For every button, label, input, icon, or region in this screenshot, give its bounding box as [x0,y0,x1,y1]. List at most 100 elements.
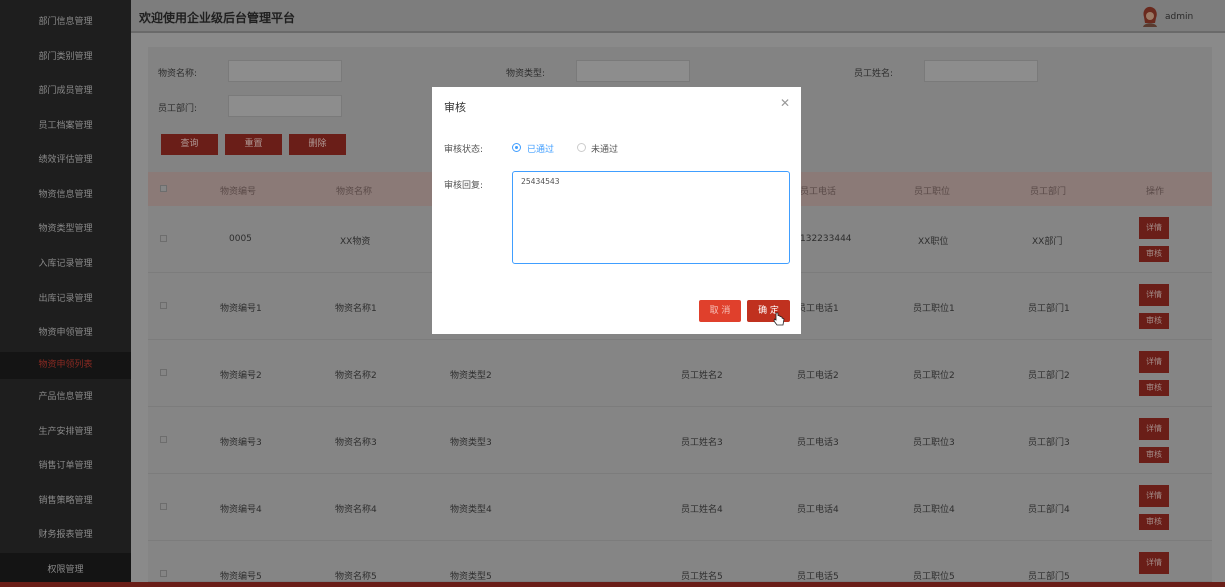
cell-employee-phone: 员工电话1 [797,304,839,314]
sidebar-item-sales-strategy[interactable]: 销售策略管理 [0,494,131,508]
close-icon[interactable]: ✕ [780,96,790,110]
review-reply-textarea[interactable]: 25434543 [512,171,790,264]
cell-material-name: 物资名称2 [335,371,377,381]
sidebar-item-employee-files[interactable]: 员工档案管理 [0,119,131,133]
cell-material-id: 物资编号3 [220,438,262,448]
detail-button[interactable]: 详情 [1139,485,1169,507]
cell-material-name: 物资名称3 [335,438,377,448]
cell-material-type: 物资类型2 [450,371,492,381]
cell-employee-dept: XX部门 [1032,237,1063,247]
radio-approved-label[interactable]: 已通过 [527,142,554,155]
cell-employee-phone: 员工电话3 [797,438,839,448]
hand-cursor-icon [773,312,785,326]
detail-button[interactable]: 详情 [1139,351,1169,373]
sidebar-item-dept-category[interactable]: 部门类别管理 [0,50,131,64]
user-name[interactable]: admin [1165,12,1193,22]
cell-material-name: 物资名称1 [335,304,377,314]
user-avatar-icon[interactable] [1140,5,1160,27]
sidebar-item-material-request-list[interactable]: 物资申领列表 [0,352,131,379]
sidebar-item-dept-info[interactable]: 部门信息管理 [0,15,131,29]
sidebar-item-inbound[interactable]: 入库记录管理 [0,257,131,271]
delete-button[interactable]: 删除 [289,134,346,155]
cell-material-id: 物资编号2 [220,371,262,381]
cell-employee-phone: 员工电话4 [797,505,839,515]
employee-name-input[interactable] [924,60,1038,82]
detail-button[interactable]: 详情 [1139,284,1169,306]
review-button[interactable]: 审核 [1139,313,1169,329]
cell-employee-dept: 员工部门5 [1028,572,1070,582]
cell-employee-name: 员工姓名5 [681,572,723,582]
radio-approved[interactable] [512,143,521,152]
cell-material-name: 物资名称4 [335,505,377,515]
employee-dept-input[interactable] [228,95,342,117]
row-checkbox[interactable] [160,436,167,443]
radio-rejected[interactable] [577,143,586,152]
cell-employee-position: 员工职位2 [913,371,955,381]
detail-button[interactable]: 详情 [1139,552,1169,574]
material-type-label: 物资类型: [506,69,546,79]
bottom-scrollbar[interactable] [0,582,1225,587]
col-material-name: 物资名称 [336,187,373,197]
sidebar-item-finance[interactable]: 财务报表管理 [0,528,131,542]
review-button[interactable]: 审核 [1139,246,1169,262]
cell-material-id: 物资编号4 [220,505,262,515]
cell-employee-phone: 员工电话2 [797,371,839,381]
cell-material-type: 物资类型5 [450,572,492,582]
cell-employee-position: 员工职位4 [913,505,955,515]
col-material-id: 物资编号 [220,187,257,197]
cell-employee-name: 员工姓名2 [681,371,723,381]
cancel-button[interactable]: 取 消 [699,300,741,322]
employee-dept-label: 员工部门: [158,104,198,114]
cell-employee-position: 员工职位3 [913,438,955,448]
col-employee-phone: 员工电话 [800,187,837,197]
sidebar-item-material-type[interactable]: 物资类型管理 [0,222,131,236]
row-checkbox[interactable] [160,503,167,510]
table-row: 物资编号2 物资名称2 物资类型2 员工姓名2 员工电话2 员工职位2 员工部门… [148,340,1212,407]
cell-material-type: 物资类型3 [450,438,492,448]
row-checkbox[interactable] [160,570,167,577]
table-row: 物资编号3 物资名称3 物资类型3 员工姓名3 员工电话3 员工职位3 员工部门… [148,407,1212,474]
app-title: 欢迎使用企业级后台管理平台 [139,11,296,25]
col-employee-position: 员工职位 [914,187,951,197]
sidebar-item-permissions[interactable]: 权限管理 [0,553,131,582]
review-reply-label: 审核回复: [444,181,484,191]
sidebar-item-product-info[interactable]: 产品信息管理 [0,390,131,404]
cell-material-id: 物资编号5 [220,572,262,582]
row-checkbox[interactable] [160,235,167,242]
review-button[interactable]: 审核 [1139,514,1169,530]
table-row: 物资编号5 物资名称5 物资类型5 员工姓名5 员工电话5 员工职位5 员工部门… [148,541,1212,582]
review-dialog: 审核 ✕ 审核状态: 已通过 未通过 审核回复: 25434543 取 消 确 … [432,87,801,334]
sidebar-item-outbound[interactable]: 出库记录管理 [0,292,131,306]
cell-employee-dept: 员工部门1 [1028,304,1070,314]
row-checkbox[interactable] [160,369,167,376]
material-type-input[interactable] [576,60,690,82]
cell-employee-dept: 员工部门4 [1028,505,1070,515]
query-button[interactable]: 查询 [161,134,218,155]
detail-button[interactable]: 详情 [1139,217,1169,239]
radio-rejected-label[interactable]: 未通过 [591,142,618,155]
sidebar-item-material-request[interactable]: 物资申领管理 [0,326,131,340]
cell-material-id: 0005 [229,234,252,244]
cell-employee-dept: 员工部门2 [1028,371,1070,381]
sidebar-item-material-info[interactable]: 物资信息管理 [0,188,131,202]
sidebar-item-dept-members[interactable]: 部门成员管理 [0,84,131,98]
cell-employee-name: 员工姓名3 [681,438,723,448]
sidebar-item-production[interactable]: 生产安排管理 [0,425,131,439]
material-name-input[interactable] [228,60,342,82]
detail-button[interactable]: 详情 [1139,418,1169,440]
top-header: 欢迎使用企业级后台管理平台 admin [131,0,1225,33]
col-employee-dept: 员工部门 [1030,187,1067,197]
sidebar: 部门信息管理 部门类别管理 部门成员管理 员工档案管理 绩效评估管理 物资信息管… [0,0,131,587]
cell-material-type: 物资类型4 [450,505,492,515]
review-button[interactable]: 审核 [1139,447,1169,463]
sidebar-item-performance[interactable]: 绩效评估管理 [0,153,131,167]
sidebar-item-sales-orders[interactable]: 销售订单管理 [0,459,131,473]
select-all-checkbox[interactable] [160,185,167,192]
row-checkbox[interactable] [160,302,167,309]
employee-name-label: 员工姓名: [854,69,894,79]
review-button[interactable]: 审核 [1139,380,1169,396]
material-name-label: 物资名称: [158,69,198,79]
cell-employee-position: 员工职位1 [913,304,955,314]
reset-button[interactable]: 重置 [225,134,282,155]
cell-employee-position: XX职位 [918,237,949,247]
